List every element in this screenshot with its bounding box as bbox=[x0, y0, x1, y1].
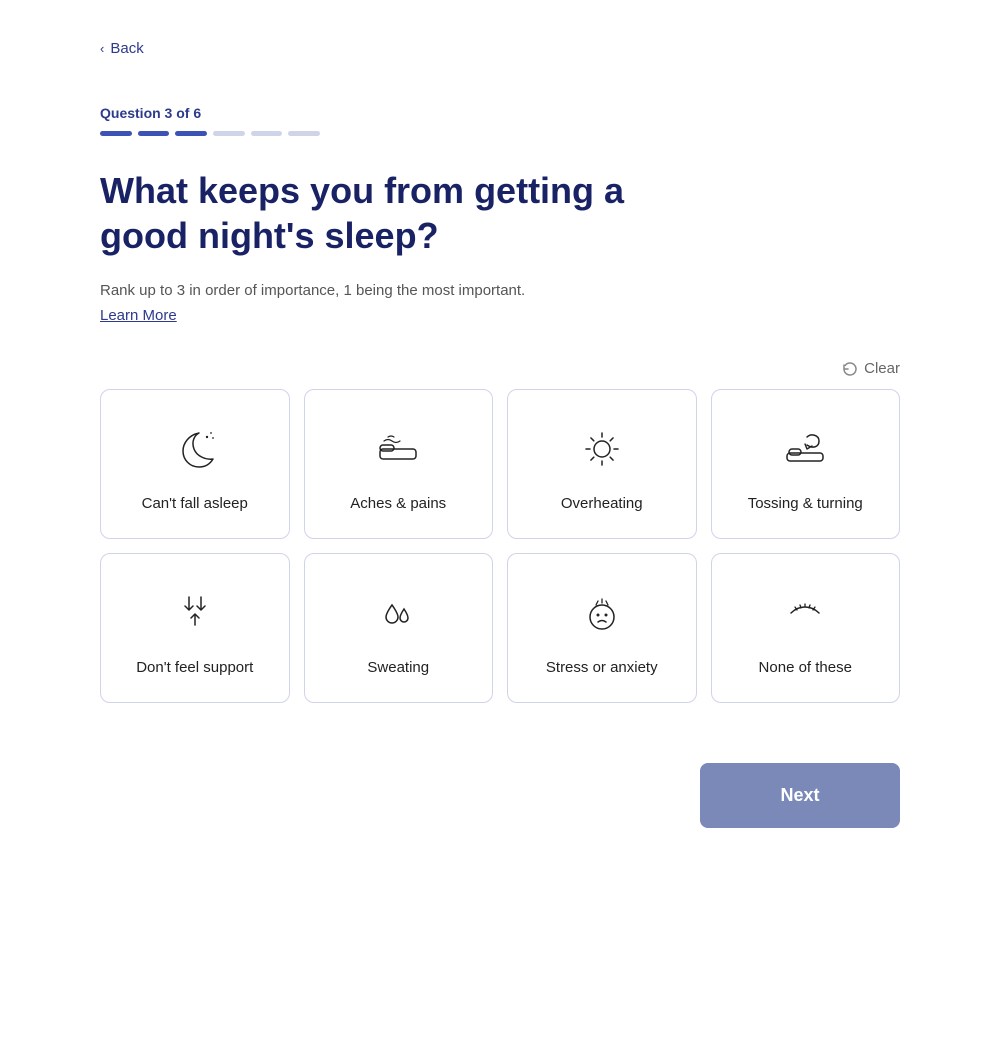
back-label: Back bbox=[110, 40, 143, 57]
tossing-icon bbox=[777, 421, 833, 477]
progress-bar bbox=[100, 131, 320, 136]
clear-label: Clear bbox=[864, 360, 900, 377]
progress-segment-2 bbox=[138, 131, 170, 136]
option-sweating-label: Sweating bbox=[367, 657, 429, 678]
progress-segment-1 bbox=[100, 131, 132, 136]
aches-icon bbox=[370, 421, 426, 477]
support-icon bbox=[167, 585, 223, 641]
option-aches-pains-label: Aches & pains bbox=[350, 493, 446, 514]
progress-segment-3 bbox=[175, 131, 207, 136]
option-tossing-turning-label: Tossing & turning bbox=[748, 493, 863, 514]
none-icon bbox=[777, 585, 833, 641]
option-none-of-these-label: None of these bbox=[759, 657, 852, 678]
option-stress-anxiety[interactable]: Stress or anxiety bbox=[507, 553, 697, 703]
option-dont-feel-support-label: Don't feel support bbox=[136, 657, 253, 678]
progress-segment-6 bbox=[288, 131, 320, 136]
option-cant-fall-asleep[interactable]: Can't fall asleep bbox=[100, 389, 290, 539]
progress-segment-5 bbox=[251, 131, 283, 136]
sun-icon bbox=[574, 421, 630, 477]
option-sweating[interactable]: Sweating bbox=[304, 553, 494, 703]
progress-section: Question 3 of 6 bbox=[100, 105, 900, 136]
option-aches-pains[interactable]: Aches & pains bbox=[304, 389, 494, 539]
sweating-icon bbox=[370, 585, 426, 641]
footer: Next bbox=[100, 763, 900, 868]
option-none-of-these[interactable]: None of these bbox=[711, 553, 901, 703]
options-grid: Can't fall asleep Aches & pains bbox=[100, 389, 900, 703]
option-dont-feel-support[interactable]: Don't feel support bbox=[100, 553, 290, 703]
option-stress-anxiety-label: Stress or anxiety bbox=[546, 657, 658, 678]
instruction-text: Rank up to 3 in order of importance, 1 b… bbox=[100, 282, 900, 299]
question-title: What keeps you from getting a good night… bbox=[100, 168, 720, 258]
moon-icon bbox=[167, 421, 223, 477]
clear-button[interactable]: Clear bbox=[842, 360, 900, 377]
progress-segment-4 bbox=[213, 131, 245, 136]
option-cant-fall-asleep-label: Can't fall asleep bbox=[142, 493, 248, 514]
question-label: Question 3 of 6 bbox=[100, 105, 900, 121]
option-overheating[interactable]: Overheating bbox=[507, 389, 697, 539]
reset-icon bbox=[842, 361, 858, 377]
back-button[interactable]: ‹ Back bbox=[100, 40, 144, 57]
learn-more-link[interactable]: Learn More bbox=[100, 307, 177, 324]
chevron-left-icon: ‹ bbox=[100, 41, 104, 56]
next-button[interactable]: Next bbox=[700, 763, 900, 828]
stress-icon bbox=[574, 585, 630, 641]
option-overheating-label: Overheating bbox=[561, 493, 643, 514]
option-tossing-turning[interactable]: Tossing & turning bbox=[711, 389, 901, 539]
